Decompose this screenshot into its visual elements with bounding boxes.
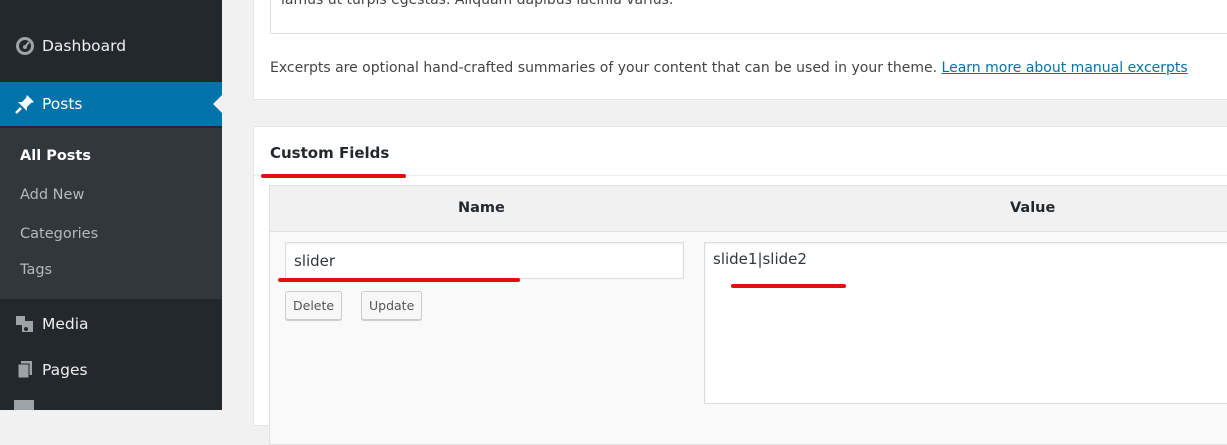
submenu-all-posts[interactable]: All Posts (20, 148, 91, 164)
submenu-categories[interactable]: Categories (20, 226, 98, 242)
posts-submenu: All Posts Add New Categories Tags (0, 128, 222, 299)
excerpt-textarea[interactable]: lamus ut turpis egestas. Aliquam dapibus… (270, 0, 1227, 34)
excerpt-text: lamus ut turpis egestas. Aliquam dapibus… (281, 0, 674, 8)
delete-button[interactable]: Delete (285, 291, 343, 320)
update-button[interactable]: Update (361, 291, 423, 320)
submenu-tags[interactable]: Tags (20, 262, 52, 278)
custom-field-value-textarea[interactable]: slide1|slide2 (704, 242, 1227, 404)
admin-sidebar: Dashboard Posts All Posts Add New Catego… (0, 0, 222, 410)
custom-field-name-input[interactable] (285, 242, 684, 279)
annotation-underline-title (261, 174, 406, 178)
table-header: Name Value (270, 186, 1227, 232)
pages-icon (14, 359, 36, 381)
sidebar-item-label: Pages (42, 361, 88, 379)
dashboard-icon (14, 35, 36, 57)
next-menu-icon (14, 400, 34, 410)
custom-fields-table: Name Value Delete Update slide1|slide2 (269, 185, 1227, 445)
custom-fields-title: Custom Fields (270, 144, 390, 162)
sidebar-item-media[interactable]: Media (0, 302, 222, 346)
sidebar-item-label: Media (42, 315, 89, 333)
learn-more-link[interactable]: Learn more about manual excerpts (942, 60, 1188, 76)
submenu-add-new[interactable]: Add New (20, 187, 84, 203)
sidebar-item-posts[interactable]: Posts (0, 82, 222, 126)
sidebar-item-dashboard[interactable]: Dashboard (0, 24, 222, 68)
sidebar-item-label: Posts (42, 95, 83, 113)
media-icon (14, 313, 36, 335)
annotation-underline-name (278, 278, 520, 282)
annotation-underline-value (731, 284, 846, 288)
excerpt-description: Excerpts are optional hand-crafted summa… (270, 60, 1188, 76)
pin-icon (14, 93, 36, 115)
excerpt-description-text: Excerpts are optional hand-crafted summa… (270, 60, 938, 76)
sidebar-item-pages[interactable]: Pages (0, 348, 222, 392)
name-column-header: Name (458, 200, 505, 216)
sidebar-item-label: Dashboard (42, 37, 127, 55)
custom-fields-metabox: Custom Fields Name Value Delete Update s… (253, 126, 1227, 445)
value-column-header: Value (1010, 200, 1056, 216)
excerpt-metabox: lamus ut turpis egestas. Aliquam dapibus… (253, 0, 1227, 100)
